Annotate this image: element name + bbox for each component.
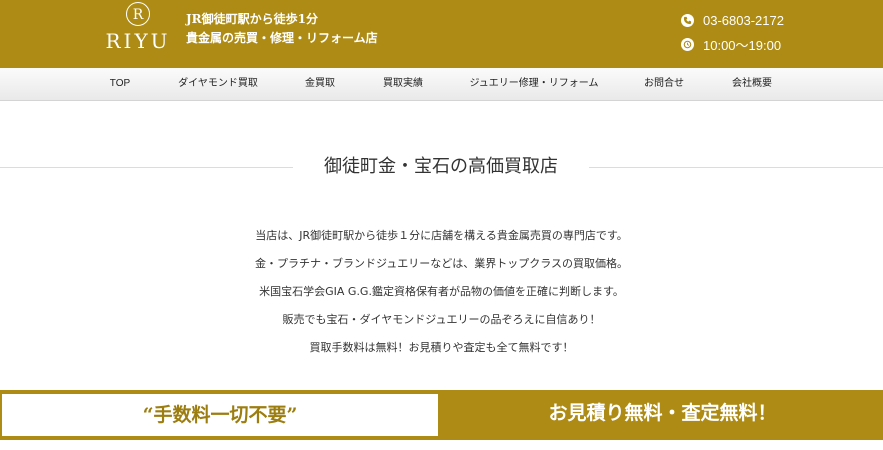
logo[interactable]: R RIYU bbox=[103, 2, 173, 62]
section-title: 御徒町金・宝石の高価買取店 bbox=[293, 151, 589, 183]
nav-item-contact[interactable]: お問合せ bbox=[644, 68, 684, 100]
promo-banner: “手数料一切不要” お見積り無料・査定無料！ bbox=[0, 390, 883, 440]
nav-item-diamond-buyback[interactable]: ダイヤモンド買取 bbox=[178, 68, 258, 100]
intro-line: 当店は、JR御徒町駅から徒歩１分に店舗を構える貴金属売買の専門店です。 bbox=[255, 229, 628, 242]
intro-line: 買取手数料は無料！お見積りや査定も全て無料です！ bbox=[309, 341, 574, 354]
phone-row[interactable]: 03-6803-2172 bbox=[681, 9, 784, 31]
header-contact: 03-6803-2172 10:00～19:00 bbox=[681, 9, 784, 57]
intro-line: 米国宝石学会GIA G.G.鑑定資格保有者が品物の価値を正確に判断します。 bbox=[259, 285, 624, 298]
nav-item-buyback-results[interactable]: 買取実績 bbox=[383, 68, 423, 100]
tagline-line1: JR御徒町駅から徒歩1分 bbox=[186, 12, 319, 26]
hours-row: 10:00～19:00 bbox=[681, 33, 784, 55]
nav-item-top[interactable]: TOP bbox=[110, 68, 130, 100]
business-hours: 10:00～19:00 bbox=[703, 37, 782, 53]
nav-item-company[interactable]: 会社概要 bbox=[732, 68, 772, 100]
site-header: R RIYU JR御徒町駅から徒歩1分 貴金属の売買・修理・リフォーム店 03-… bbox=[0, 0, 883, 68]
nav-item-jewelry-repair[interactable]: ジュエリー修理・リフォーム bbox=[470, 68, 599, 100]
nav-item-gold-buyback[interactable]: 金買取 bbox=[305, 68, 335, 100]
intro-text: 当店は、JR御徒町駅から徒歩１分に店舗を構える貴金属売買の専門店です。 金・プラ… bbox=[0, 222, 883, 362]
intro-line: 金・プラチナ・ブランドジュエリーなどは、業界トップクラスの買取価格。 bbox=[254, 257, 628, 270]
clock-icon bbox=[681, 37, 694, 51]
tagline-line2: 貴金属の売買・修理・リフォーム店 bbox=[186, 31, 378, 45]
logo-mark: R bbox=[126, 2, 150, 26]
intro-line: 販売でも宝石・ダイヤモンドジュエリーの品ぞろえに自信あり！ bbox=[282, 313, 601, 326]
free-estimate-banner: お見積り無料・査定無料！ bbox=[548, 402, 777, 424]
phone-icon bbox=[681, 13, 694, 27]
no-fee-banner: “手数料一切不要” bbox=[2, 394, 438, 436]
phone-number: 03-6803-2172 bbox=[703, 12, 784, 28]
main-nav: TOP ダイヤモンド買取 金買取 買取実績 ジュエリー修理・リフォーム お問合せ… bbox=[0, 68, 883, 101]
header-tagline: JR御徒町駅から徒歩1分 貴金属の売買・修理・リフォーム店 bbox=[186, 10, 378, 48]
logo-text: RIYU bbox=[105, 29, 171, 53]
